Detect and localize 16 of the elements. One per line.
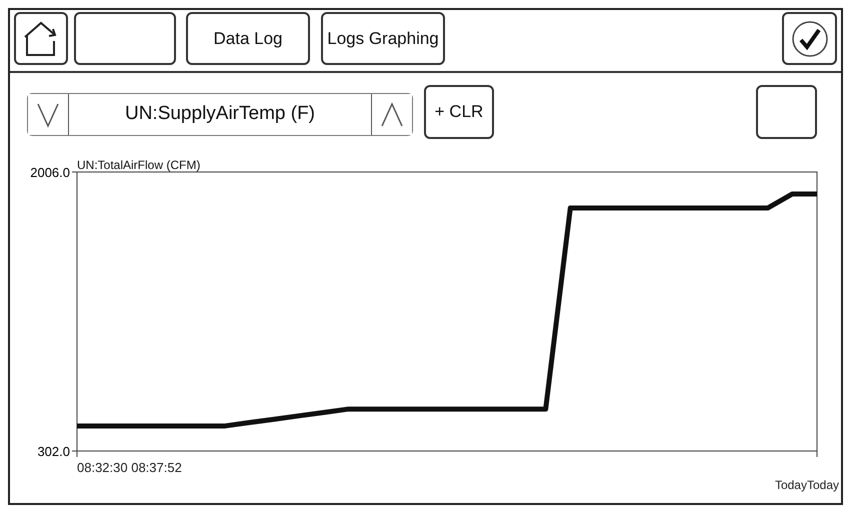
confirm-button[interactable] [782, 12, 837, 65]
chevron-up-icon [380, 102, 404, 128]
legend-label: UN:TotalAirFlow (CFM) [77, 158, 200, 172]
check-circle-icon [790, 18, 830, 58]
selector-field[interactable]: UN:SupplyAirTemp (F) [27, 93, 413, 136]
menu-button[interactable]: Logs Graphing [321, 12, 445, 65]
blank-button[interactable] [756, 85, 817, 139]
blank-button[interactable] [74, 12, 176, 65]
menu-button[interactable]: Data Log [186, 12, 310, 65]
clear-button[interactable]: + CLR [424, 85, 494, 139]
chevron-down-icon [36, 102, 60, 128]
time-axis-label: 08:32:30 08:37:52 [77, 460, 182, 475]
home-button[interactable] [14, 12, 68, 65]
y-tick-label: 302.0 [37, 444, 70, 459]
y-tick-label: 2006.0 [30, 165, 70, 180]
date-axis-label: TodayToday [774, 478, 839, 492]
